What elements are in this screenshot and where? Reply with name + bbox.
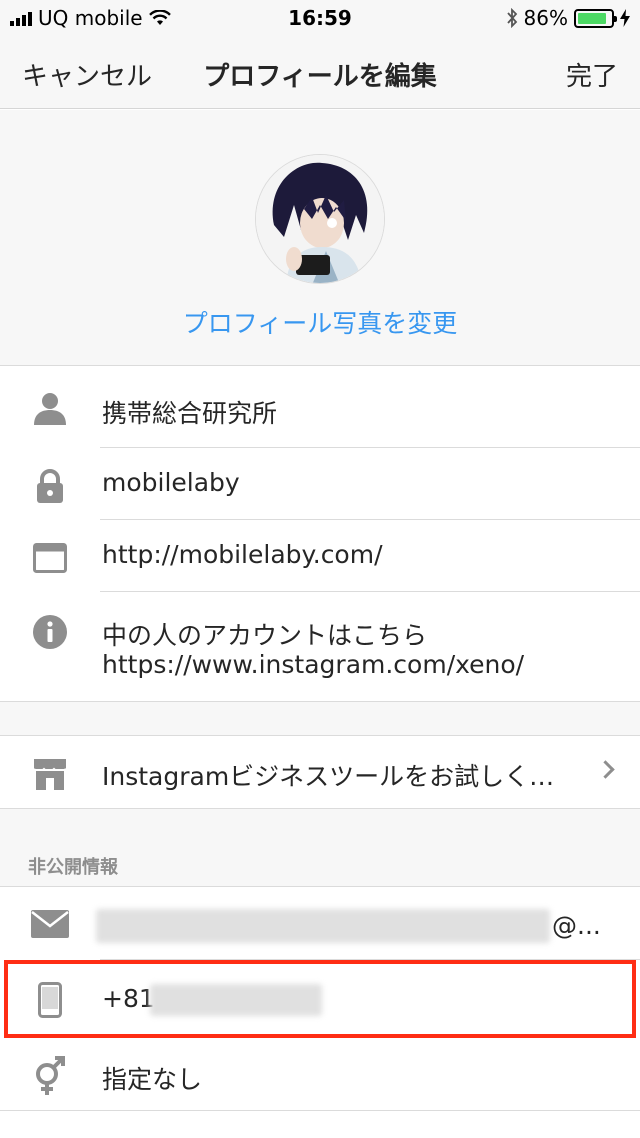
browser-icon [30,538,70,578]
phone-prefix[interactable]: +81 [102,984,155,1013]
email-row[interactable]: @... [0,887,640,960]
name-row[interactable]: 携帯総合研究所 [0,366,640,448]
shop-icon [30,754,70,794]
charging-bolt-icon [620,9,630,27]
website-row[interactable]: http://mobilelaby.com/ [0,520,640,592]
business-tools-label: Instagramビジネスツールをお試しく… [102,762,555,791]
name-field[interactable]: 携帯総合研究所 [102,394,620,430]
phone-icon [30,980,70,1020]
gender-field[interactable]: 指定なし [102,1060,620,1096]
section-spacer [0,702,640,735]
private-info-header: 非公開情報 [0,809,640,887]
email-redacted [96,909,550,943]
gender-icon [30,1056,70,1096]
lock-icon [30,466,70,506]
gender-row[interactable]: 指定なし [0,1038,640,1110]
profile-fields: 携帯総合研究所 mobilelaby http://mobilelaby.com… [0,366,640,702]
phone-row[interactable]: +81 [0,960,640,1038]
bio-line-1[interactable]: 中の人のアカウントはこちら [102,616,620,652]
navigation-bar: キャンセル プロフィールを編集 完了 [0,36,640,109]
website-field[interactable]: http://mobilelaby.com/ [102,540,620,569]
chevron-right-icon [596,760,615,779]
cancel-button[interactable]: キャンセル [22,56,152,93]
person-icon [30,388,70,428]
avatar[interactable] [255,154,385,284]
change-photo-link[interactable]: プロフィール写真を変更 [0,304,640,340]
battery-percent: 86% [523,6,568,30]
profile-photo-section: プロフィール写真を変更 [0,110,640,366]
bluetooth-icon [506,8,517,28]
bottom-divider [0,1110,640,1111]
bio-row[interactable]: 中の人のアカウントはこちら https://www.instagram.com/… [0,592,640,702]
private-info-title: 非公開情報 [28,857,118,878]
avatar-image [256,155,384,283]
battery-icon [574,8,617,28]
username-field[interactable]: mobilelaby [102,468,620,497]
business-tools-row[interactable]: Instagramビジネスツールをお試しく… [0,735,640,809]
info-icon [30,612,70,652]
bio-line-2[interactable]: https://www.instagram.com/xeno/ [102,650,620,679]
phone-redacted [150,984,322,1016]
status-bar: UQ mobile 16:59 86% [0,0,640,36]
username-row[interactable]: mobilelaby [0,448,640,520]
email-suffix[interactable]: @... [552,911,601,940]
mail-icon [30,904,70,944]
private-info-section: @... +81 指定なし [0,887,640,1138]
done-button[interactable]: 完了 [566,56,618,93]
